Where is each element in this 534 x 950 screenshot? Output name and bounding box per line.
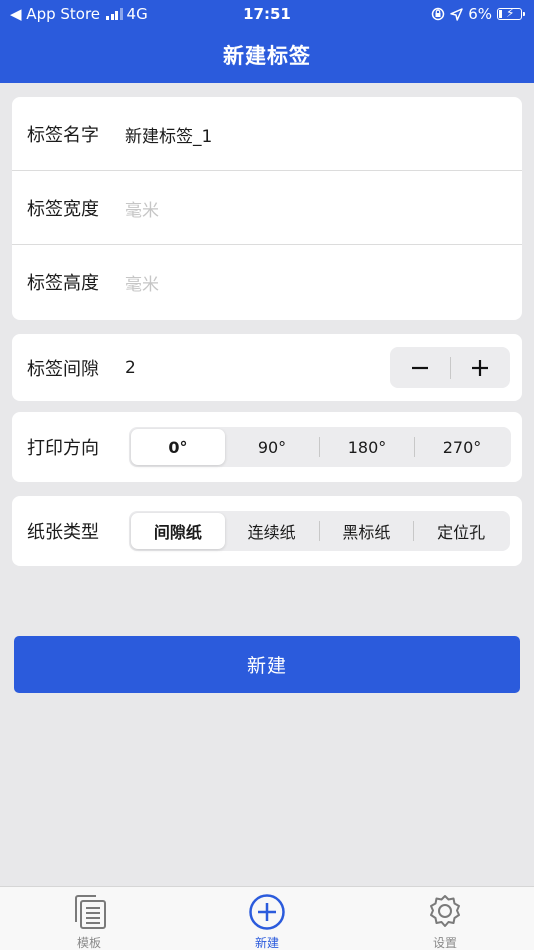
- minus-icon: [411, 366, 428, 369]
- label-width-row[interactable]: 标签宽度 毫米: [12, 171, 522, 245]
- print-direction-card: 打印方向 0° 90° 180° 270°: [12, 412, 522, 482]
- label-gap-label: 标签间隙: [27, 358, 99, 380]
- increment-button[interactable]: [451, 347, 511, 388]
- gap-stepper: [390, 347, 510, 388]
- print-direction-segmented: 0° 90° 180° 270°: [129, 427, 511, 467]
- tab-templates-label: 模板: [76, 936, 101, 950]
- label-width-label: 标签宽度: [27, 199, 99, 220]
- navigation-header: ◀ App Store 4G 17:51 6% ⚡ 新建标签: [0, 0, 534, 83]
- label-name-input[interactable]: 新建标签_1: [125, 122, 212, 147]
- print-direction-label: 打印方向: [27, 438, 99, 459]
- tab-templates[interactable]: 模板: [29, 887, 149, 950]
- gear-icon: [426, 893, 464, 931]
- direction-option-0[interactable]: 0°: [131, 429, 225, 465]
- battery-percent: 6%: [468, 5, 492, 23]
- tab-new-label: 新建: [254, 936, 279, 950]
- paper-option-continuous[interactable]: 连续纸: [225, 513, 319, 549]
- tab-new[interactable]: 新建: [207, 887, 327, 950]
- orientation-lock-icon: [431, 7, 445, 21]
- status-bar: ◀ App Store 4G 17:51 6% ⚡: [0, 0, 534, 28]
- label-height-label: 标签高度: [27, 273, 99, 294]
- paper-type-label: 纸张类型: [27, 522, 99, 543]
- direction-option-90[interactable]: 90°: [225, 429, 319, 465]
- tab-settings-label: 设置: [432, 936, 457, 950]
- add-circle-icon: [248, 893, 286, 931]
- create-button[interactable]: 新建: [14, 636, 520, 693]
- template-icon: [70, 893, 108, 931]
- page-title: 新建标签: [223, 44, 311, 68]
- tab-settings[interactable]: 设置: [385, 887, 505, 950]
- direction-option-270[interactable]: 270°: [415, 429, 509, 465]
- label-width-input[interactable]: 毫米: [125, 196, 159, 221]
- label-gap-value: 2: [125, 357, 136, 378]
- paper-option-positioning-hole[interactable]: 定位孔: [414, 513, 508, 549]
- paper-type-card: 纸张类型 间隙纸 连续纸 黑标纸 定位孔: [12, 496, 522, 566]
- paper-option-gap[interactable]: 间隙纸: [131, 513, 225, 549]
- decrement-button[interactable]: [390, 347, 450, 388]
- paper-type-segmented: 间隙纸 连续纸 黑标纸 定位孔: [129, 511, 510, 551]
- label-height-input[interactable]: 毫米: [125, 270, 159, 295]
- location-icon: [450, 7, 463, 21]
- direction-option-180[interactable]: 180°: [320, 429, 414, 465]
- label-name-row[interactable]: 标签名字 新建标签_1: [12, 97, 522, 171]
- label-size-card: 标签名字 新建标签_1 标签宽度 毫米 标签高度 毫米: [12, 97, 522, 320]
- label-height-row[interactable]: 标签高度 毫米: [12, 245, 522, 319]
- label-gap-card: 标签间隙 2: [12, 334, 522, 401]
- label-name-label: 标签名字: [27, 125, 99, 146]
- tab-bar: 模板 新建 设置: [0, 886, 534, 950]
- battery-icon: ⚡: [497, 6, 525, 20]
- paper-option-black-mark[interactable]: 黑标纸: [320, 513, 414, 549]
- plus-icon: [472, 359, 489, 376]
